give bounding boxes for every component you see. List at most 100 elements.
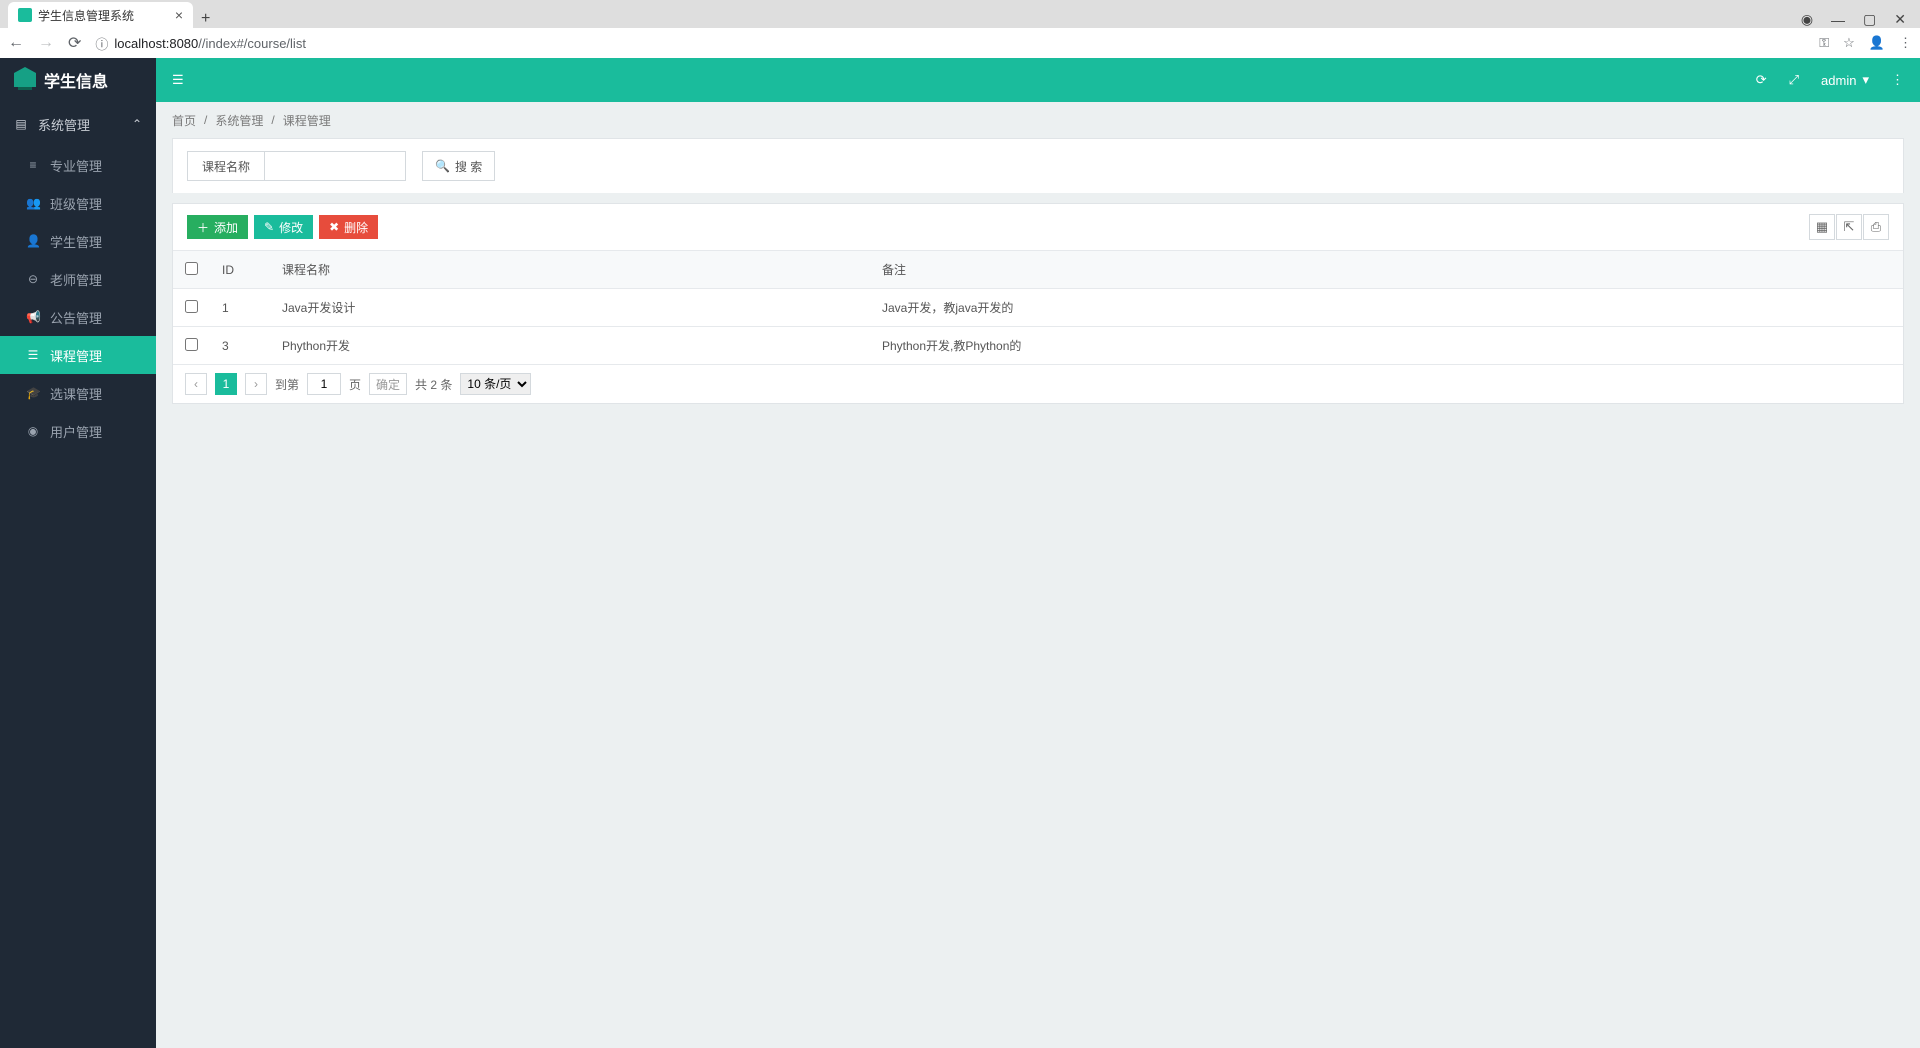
page-1-button[interactable]: 1 xyxy=(215,373,237,395)
key-icon[interactable]: ⚿ xyxy=(1819,35,1829,51)
star-icon[interactable]: ☆ xyxy=(1843,35,1855,51)
prev-page-button[interactable]: ‹ xyxy=(185,373,207,395)
course-name-input[interactable] xyxy=(265,152,405,180)
data-panel: ＋添加 ✎修改 ✖删除 ▦ ⇱ ⎙ ID xyxy=(172,203,1904,404)
delete-button[interactable]: ✖删除 xyxy=(319,215,378,239)
forward-icon[interactable]: → xyxy=(38,34,54,52)
sidebar-item-student[interactable]: 👤学生管理 xyxy=(0,222,156,260)
favicon xyxy=(18,8,32,22)
sidebar-item-class[interactable]: 👥班级管理 xyxy=(0,184,156,222)
user-icon: 👤 xyxy=(26,234,40,248)
search-group: 课程名称 xyxy=(187,151,406,181)
crumb-l2: 课程管理 xyxy=(283,112,331,129)
cap-icon: 🎓 xyxy=(26,386,40,400)
row-checkbox[interactable] xyxy=(185,338,198,351)
sidebar-item-teacher[interactable]: ⊖老师管理 xyxy=(0,260,156,298)
breadcrumb: 首页 / 系统管理 / 课程管理 xyxy=(156,102,1920,138)
cell-remark: Phython开发,教Phython的 xyxy=(870,327,1903,365)
pager-goto-post: 页 xyxy=(349,376,361,393)
profile-icon[interactable]: 👤 xyxy=(1869,35,1885,51)
browser-tab[interactable]: 学生信息管理系统 × xyxy=(8,2,193,28)
edit-button[interactable]: ✎修改 xyxy=(254,215,313,239)
pager-confirm-button[interactable]: 确定 xyxy=(369,373,407,395)
refresh-icon[interactable]: ⟳ xyxy=(1756,72,1767,88)
url-box[interactable]: ⓘ localhost:8080//index#/course/list xyxy=(95,34,1805,53)
logo: 学生信息 xyxy=(0,58,156,102)
username: admin xyxy=(1821,73,1856,88)
minimize-icon[interactable]: — xyxy=(1831,12,1845,28)
th-remark: 备注 xyxy=(870,251,1903,289)
pager-goto-pre: 到第 xyxy=(275,376,299,393)
info-icon: ⓘ xyxy=(95,34,108,53)
logo-text: 学生信息 xyxy=(44,68,108,92)
cell-id: 3 xyxy=(210,327,270,365)
th-id: ID xyxy=(210,251,270,289)
fullscreen-icon[interactable]: ⤢ xyxy=(1789,72,1799,88)
next-page-button[interactable]: › xyxy=(245,373,267,395)
x-icon: ✖ xyxy=(329,220,339,234)
sidebar-item-course[interactable]: ☰课程管理 xyxy=(0,336,156,374)
address-bar: ← → ⟳ ⓘ localhost:8080//index#/course/li… xyxy=(0,28,1920,58)
url-host: localhost:8080 xyxy=(114,36,198,51)
reload-icon[interactable]: ⟳ xyxy=(68,33,81,53)
sidebar-item-enroll[interactable]: 🎓选课管理 xyxy=(0,374,156,412)
back-icon[interactable]: ← xyxy=(8,34,24,52)
maximize-icon[interactable]: ▢ xyxy=(1863,11,1876,28)
course-table: ID 课程名称 备注 1 Java开发设计 Java开发，教java开发的 xyxy=(173,250,1903,364)
cell-name: Java开发设计 xyxy=(270,289,870,327)
plus-icon: ＋ xyxy=(197,219,209,236)
target-icon: ◉ xyxy=(26,424,40,438)
sidebar-item-users[interactable]: ◉用户管理 xyxy=(0,412,156,450)
toolbar: ＋添加 ✎修改 ✖删除 ▦ ⇱ ⎙ xyxy=(173,204,1903,250)
print-button[interactable]: ⎙ xyxy=(1863,214,1889,240)
select-all-checkbox[interactable] xyxy=(185,262,198,275)
pencil-icon: ✎ xyxy=(264,220,274,234)
sidebar: 学生信息 ▤系统管理 ⌃ ≡专业管理 👥班级管理 👤学生管理 ⊖老师管理 📢公告… xyxy=(0,58,156,1048)
logo-icon xyxy=(14,73,36,87)
cell-id: 1 xyxy=(210,289,270,327)
tab-title: 学生信息管理系统 xyxy=(38,7,134,24)
table-row: 1 Java开发设计 Java开发，教java开发的 xyxy=(173,289,1903,327)
app: 学生信息 ▤系统管理 ⌃ ≡专业管理 👥班级管理 👤学生管理 ⊖老师管理 📢公告… xyxy=(0,58,1920,1048)
collapse-icon[interactable]: ☰ xyxy=(172,72,184,88)
incognito-icon: ◉ xyxy=(1801,11,1813,28)
columns-button[interactable]: ▦ xyxy=(1809,214,1835,240)
chevron-up-icon: ⌃ xyxy=(132,117,142,131)
page-size-select[interactable]: 10 条/页 xyxy=(460,373,531,395)
search-panel: 课程名称 🔍 搜 索 xyxy=(172,138,1904,193)
export-button[interactable]: ⇱ xyxy=(1836,214,1862,240)
crumb-l1[interactable]: 系统管理 xyxy=(215,112,263,129)
horn-icon: 📢 xyxy=(26,310,40,324)
sidebar-group-system[interactable]: ▤系统管理 ⌃ xyxy=(0,102,156,146)
pager-goto-input[interactable] xyxy=(307,373,341,395)
add-button[interactable]: ＋添加 xyxy=(187,215,248,239)
topbar: ☰ ⟳ ⤢ admin ▾ ⋮ xyxy=(156,58,1920,102)
tab-bar: 学生信息管理系统 × + ◉ — ▢ ✕ xyxy=(0,0,1920,28)
sidebar-item-major[interactable]: ≡专业管理 xyxy=(0,146,156,184)
close-window-icon[interactable]: ✕ xyxy=(1894,11,1906,28)
new-tab-button[interactable]: + xyxy=(193,10,218,28)
more-icon[interactable]: ⋮ xyxy=(1891,72,1904,88)
menu-icon: ☰ xyxy=(26,348,40,362)
window-controls: ◉ — ▢ ✕ xyxy=(1801,11,1920,28)
cell-remark: Java开发，教java开发的 xyxy=(870,289,1903,327)
caret-down-icon: ▾ xyxy=(1862,72,1869,88)
search-label: 课程名称 xyxy=(188,152,265,180)
sys-icon: ▤ xyxy=(14,117,28,131)
row-checkbox[interactable] xyxy=(185,300,198,313)
user-dropdown[interactable]: admin ▾ xyxy=(1821,72,1869,88)
search-button[interactable]: 🔍 搜 索 xyxy=(422,151,495,181)
crumb-home[interactable]: 首页 xyxy=(172,112,196,129)
table-header-row: ID 课程名称 备注 xyxy=(173,251,1903,289)
th-name: 课程名称 xyxy=(270,251,870,289)
list-icon: ≡ xyxy=(26,158,40,172)
pager-total: 共 2 条 xyxy=(415,376,452,393)
cell-name: Phython开发 xyxy=(270,327,870,365)
main: ☰ ⟳ ⤢ admin ▾ ⋮ 首页 / 系统管理 / 课程管理 课程名称 xyxy=(156,58,1920,1048)
table-row: 3 Phython开发 Phython开发,教Phython的 xyxy=(173,327,1903,365)
tab-close-icon[interactable]: × xyxy=(175,7,183,23)
circle-icon: ⊖ xyxy=(26,272,40,286)
sidebar-item-announce[interactable]: 📢公告管理 xyxy=(0,298,156,336)
menu-icon[interactable]: ⋮ xyxy=(1899,35,1912,51)
people-icon: 👥 xyxy=(26,196,40,210)
